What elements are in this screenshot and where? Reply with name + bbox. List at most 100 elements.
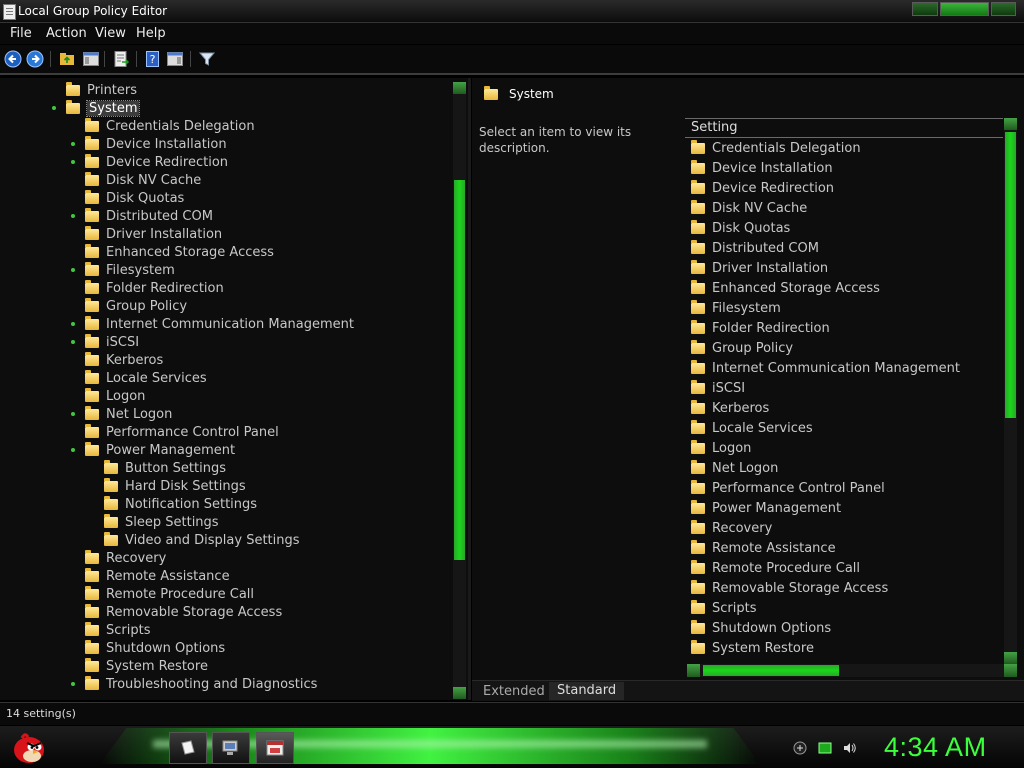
expand-bullet-icon[interactable] — [71, 448, 75, 452]
setting-row[interactable]: Remote Assistance — [691, 538, 836, 558]
setting-row[interactable]: Driver Installation — [691, 258, 828, 278]
tree-item[interactable]: Button Settings — [104, 459, 226, 477]
setting-row[interactable]: Folder Redirection — [691, 318, 830, 338]
tree-item[interactable]: Distributed COM — [71, 207, 213, 225]
tree-item[interactable]: iSCSI — [71, 333, 139, 351]
tree-item[interactable]: Scripts — [85, 621, 150, 639]
tree-item[interactable]: Performance Control Panel — [85, 423, 279, 441]
action-pane-icon[interactable] — [166, 50, 184, 68]
start-button-bird-icon[interactable] — [8, 728, 48, 766]
scroll-down-button[interactable] — [1004, 652, 1017, 664]
scroll-down-button[interactable] — [453, 687, 466, 699]
up-folder-icon[interactable] — [58, 50, 76, 68]
volume-tray-icon[interactable] — [842, 741, 856, 755]
taskbar-group-policy-button[interactable] — [256, 732, 294, 764]
console-tree[interactable]: Printers System Credentials Delegation Devi… — [0, 78, 471, 700]
expand-bullet-icon[interactable] — [71, 214, 75, 218]
setting-row[interactable]: Logon — [691, 438, 751, 458]
tree-item[interactable]: Disk NV Cache — [85, 171, 201, 189]
tab-extended[interactable]: Extended — [483, 684, 545, 699]
menu-file[interactable]: File — [10, 26, 32, 41]
tree-item[interactable]: Group Policy — [85, 297, 187, 315]
tree-item[interactable]: Sleep Settings — [104, 513, 219, 531]
setting-row[interactable]: Device Redirection — [691, 178, 834, 198]
filter-icon[interactable] — [198, 50, 216, 68]
setting-row[interactable]: Recovery — [691, 518, 772, 538]
setting-row[interactable]: Locale Services — [691, 418, 813, 438]
tree-item[interactable]: Device Redirection — [71, 153, 228, 171]
tree-item[interactable]: Printers — [66, 81, 137, 99]
tree-item[interactable]: System Restore — [85, 657, 208, 675]
setting-row[interactable]: System Restore — [691, 638, 814, 658]
tree-item[interactable]: Notification Settings — [104, 495, 257, 513]
help-icon[interactable]: ? — [144, 50, 162, 68]
list-horizontal-scrollbar[interactable] — [687, 664, 1017, 677]
setting-row[interactable]: Removable Storage Access — [691, 578, 888, 598]
tree-item[interactable]: Folder Redirection — [85, 279, 224, 297]
setting-row[interactable]: Group Policy — [691, 338, 793, 358]
expand-bullet-icon[interactable] — [71, 340, 75, 344]
tree-item[interactable]: System — [52, 99, 141, 117]
setting-row[interactable]: Enhanced Storage Access — [691, 278, 880, 298]
tree-item[interactable]: Enhanced Storage Access — [85, 243, 274, 261]
setting-row[interactable]: Scripts — [691, 598, 756, 618]
setting-row[interactable]: Power Management — [691, 498, 841, 518]
expand-bullet-icon[interactable] — [71, 142, 75, 146]
tree-item[interactable]: Device Installation — [71, 135, 227, 153]
tab-standard[interactable]: Standard — [549, 682, 625, 700]
expand-bullet-icon[interactable] — [71, 160, 75, 164]
show-hide-console-tree-icon[interactable] — [82, 50, 100, 68]
tree-item[interactable]: Recovery — [85, 549, 166, 567]
scroll-up-button[interactable] — [453, 82, 466, 94]
close-button[interactable] — [990, 2, 1016, 16]
taskbar-clock[interactable]: 4:34 AM — [884, 732, 987, 763]
menu-help[interactable]: Help — [136, 26, 166, 41]
setting-row[interactable]: Kerberos — [691, 398, 769, 418]
tree-item[interactable]: Removable Storage Access — [85, 603, 282, 621]
tree-item[interactable]: Internet Communication Management — [71, 315, 354, 333]
network-tray-icon[interactable] — [793, 741, 807, 755]
setting-row[interactable]: Distributed COM — [691, 238, 819, 258]
setting-column-header[interactable]: Setting — [685, 118, 1003, 138]
setting-row[interactable]: Net Logon — [691, 458, 778, 478]
settings-list[interactable]: Setting Credentials Delegation Device Ins… — [685, 118, 1003, 700]
setting-row[interactable]: Performance Control Panel — [691, 478, 885, 498]
menu-action[interactable]: Action — [46, 26, 87, 41]
setting-row[interactable]: Filesystem — [691, 298, 781, 318]
scroll-up-button[interactable] — [1004, 118, 1017, 130]
battery-tray-icon[interactable] — [818, 741, 832, 755]
tree-item[interactable]: Credentials Delegation — [85, 117, 255, 135]
tree-item[interactable]: Power Management — [71, 441, 235, 459]
tree-item[interactable]: Troubleshooting and Diagnostics — [71, 675, 317, 693]
maximize-button[interactable] — [939, 2, 989, 16]
setting-row[interactable]: Disk Quotas — [691, 218, 790, 238]
setting-row[interactable]: Shutdown Options — [691, 618, 831, 638]
tree-item[interactable]: Remote Procedure Call — [85, 585, 254, 603]
forward-arrow-icon[interactable] — [26, 50, 44, 68]
scroll-left-button[interactable] — [687, 664, 700, 677]
setting-row[interactable]: iSCSI — [691, 378, 745, 398]
scroll-right-button[interactable] — [1004, 664, 1017, 677]
setting-row[interactable]: Credentials Delegation — [691, 138, 861, 158]
tree-item[interactable]: Shutdown Options — [85, 639, 225, 657]
tree-item[interactable]: Video and Display Settings — [104, 531, 300, 549]
expand-bullet-icon[interactable] — [71, 268, 75, 272]
tree-item[interactable]: Hard Disk Settings — [104, 477, 246, 495]
setting-row[interactable]: Device Installation — [691, 158, 833, 178]
tree-item[interactable]: Filesystem — [71, 261, 175, 279]
tree-item[interactable]: Remote Assistance — [85, 567, 230, 585]
tree-item[interactable]: Kerberos — [85, 351, 163, 369]
tree-item[interactable]: Locale Services — [85, 369, 207, 387]
expand-bullet-icon[interactable] — [71, 322, 75, 326]
tree-vertical-scrollbar[interactable] — [453, 82, 466, 699]
export-list-icon[interactable] — [112, 50, 130, 68]
tree-item[interactable]: Net Logon — [71, 405, 172, 423]
expand-bullet-icon[interactable] — [52, 106, 56, 110]
back-arrow-icon[interactable] — [4, 50, 22, 68]
expand-bullet-icon[interactable] — [71, 412, 75, 416]
setting-row[interactable]: Internet Communication Management — [691, 358, 960, 378]
list-vertical-scrollbar[interactable] — [1004, 118, 1017, 664]
menu-view[interactable]: View — [95, 26, 126, 41]
setting-row[interactable]: Disk NV Cache — [691, 198, 807, 218]
tree-item[interactable]: Driver Installation — [85, 225, 222, 243]
